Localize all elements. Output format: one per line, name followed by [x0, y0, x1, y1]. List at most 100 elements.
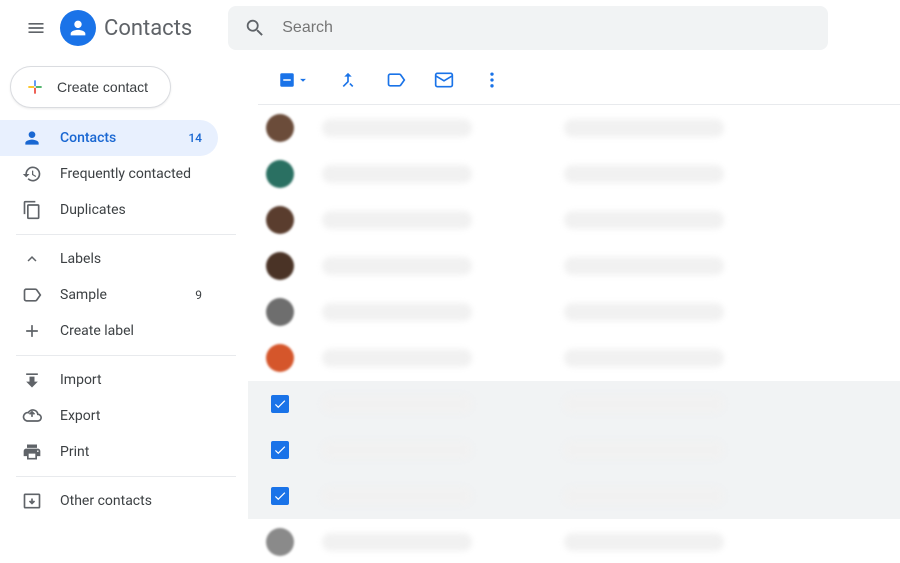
contact-row[interactable]: [248, 243, 900, 289]
more-button[interactable]: [482, 70, 502, 90]
chevron-up-icon: [22, 249, 42, 269]
sidebar-item-label: Other contacts: [60, 493, 202, 509]
sidebar-item-label: Import: [60, 372, 202, 388]
divider: [16, 355, 236, 356]
app-logo[interactable]: Contacts: [60, 10, 192, 46]
email-icon: [434, 70, 454, 90]
contact-row[interactable]: [248, 105, 900, 151]
selection-toolbar: [248, 56, 900, 104]
contact-checkbox[interactable]: [271, 395, 289, 413]
check-icon: [273, 397, 287, 411]
contact-list: [248, 105, 900, 563]
contact-email-redacted: [564, 165, 724, 183]
sidebar-item-other-contacts[interactable]: Other contacts: [0, 483, 218, 519]
archive-icon: [22, 491, 42, 511]
create-contact-label: Create contact: [57, 79, 148, 95]
email-button[interactable]: [434, 70, 454, 90]
divider: [16, 476, 236, 477]
sidebar-item-label: Frequently contacted: [60, 166, 202, 182]
label-icon: [22, 285, 42, 305]
sidebar-item-label: Duplicates: [60, 202, 202, 218]
more-vert-icon: [482, 70, 502, 90]
create-contact-button[interactable]: Create contact: [10, 66, 171, 108]
sidebar-item-print[interactable]: Print: [0, 434, 218, 470]
contact-email-redacted: [564, 533, 724, 551]
duplicate-icon: [22, 200, 42, 220]
sidebar-item-count: 14: [188, 131, 202, 145]
sidebar-item-frequent[interactable]: Frequently contacted: [0, 156, 218, 192]
contact-email-redacted: [564, 211, 724, 229]
sidebar-create-label[interactable]: Create label: [0, 313, 218, 349]
create-label-label: Create label: [60, 323, 202, 339]
avatar: [266, 298, 294, 326]
app-title: Contacts: [104, 16, 192, 41]
contact-name-redacted: [322, 441, 472, 459]
contact-name-redacted: [322, 487, 472, 505]
label-button[interactable]: [386, 70, 406, 90]
contact-row[interactable]: [248, 289, 900, 335]
contact-email-redacted: [564, 441, 724, 459]
contact-name-redacted: [322, 119, 472, 137]
contact-row[interactable]: [248, 197, 900, 243]
avatar: [266, 252, 294, 280]
contact-row[interactable]: [248, 151, 900, 197]
contact-email-redacted: [564, 257, 724, 275]
search-input[interactable]: [282, 19, 812, 37]
contact-email-redacted: [564, 303, 724, 321]
contact-name-redacted: [322, 349, 472, 367]
avatar: [266, 344, 294, 372]
history-icon: [22, 164, 42, 184]
divider: [16, 234, 236, 235]
sidebar-item-label: Export: [60, 408, 202, 424]
contact-row[interactable]: [248, 427, 900, 473]
sidebar-item-export[interactable]: Export: [0, 398, 218, 434]
contact-name-redacted: [322, 211, 472, 229]
search-bar[interactable]: [228, 6, 828, 50]
avatar: [266, 114, 294, 142]
merge-icon: [338, 70, 358, 90]
sidebar-item-label: Print: [60, 444, 202, 460]
menu-button[interactable]: [16, 8, 56, 48]
print-icon: [22, 442, 42, 462]
import-icon: [22, 370, 42, 390]
labels-header-label: Labels: [60, 251, 202, 267]
sidebar-item-contacts[interactable]: Contacts 14: [0, 120, 218, 156]
chevron-down-icon: [296, 73, 310, 87]
check-icon: [273, 443, 287, 457]
contact-row[interactable]: [248, 473, 900, 519]
avatar: [266, 160, 294, 188]
sidebar-label-sample[interactable]: Sample 9: [0, 277, 218, 313]
sidebar-item-label: Contacts: [60, 130, 188, 146]
contact-row[interactable]: [248, 381, 900, 427]
indeterminate-checkbox-icon: [278, 71, 296, 89]
content-area: [236, 56, 900, 563]
plus-icon: [22, 321, 42, 341]
contact-name-redacted: [322, 395, 472, 413]
avatar: [266, 206, 294, 234]
contacts-icon: [60, 10, 96, 46]
contact-email-redacted: [564, 119, 724, 137]
contact-row[interactable]: [248, 519, 900, 563]
check-icon: [273, 489, 287, 503]
merge-button[interactable]: [338, 70, 358, 90]
plus-icon: [25, 77, 45, 97]
sidebar-item-import[interactable]: Import: [0, 362, 218, 398]
avatar: [266, 528, 294, 556]
selection-dropdown[interactable]: [278, 71, 310, 89]
export-icon: [22, 406, 42, 426]
contact-checkbox[interactable]: [271, 487, 289, 505]
contact-row[interactable]: [248, 335, 900, 381]
sidebar-item-duplicates[interactable]: Duplicates: [0, 192, 218, 228]
person-icon: [22, 128, 42, 148]
contact-checkbox[interactable]: [271, 441, 289, 459]
contact-name-redacted: [322, 303, 472, 321]
contact-email-redacted: [564, 395, 724, 413]
sidebar: Create contact Contacts 14 Frequently co…: [0, 56, 236, 563]
contact-name-redacted: [322, 533, 472, 551]
contact-email-redacted: [564, 487, 724, 505]
sidebar-label-label: Sample: [60, 287, 195, 303]
sidebar-labels-header[interactable]: Labels: [0, 241, 218, 277]
contact-name-redacted: [322, 257, 472, 275]
sidebar-label-count: 9: [195, 288, 202, 302]
search-icon: [244, 17, 266, 39]
